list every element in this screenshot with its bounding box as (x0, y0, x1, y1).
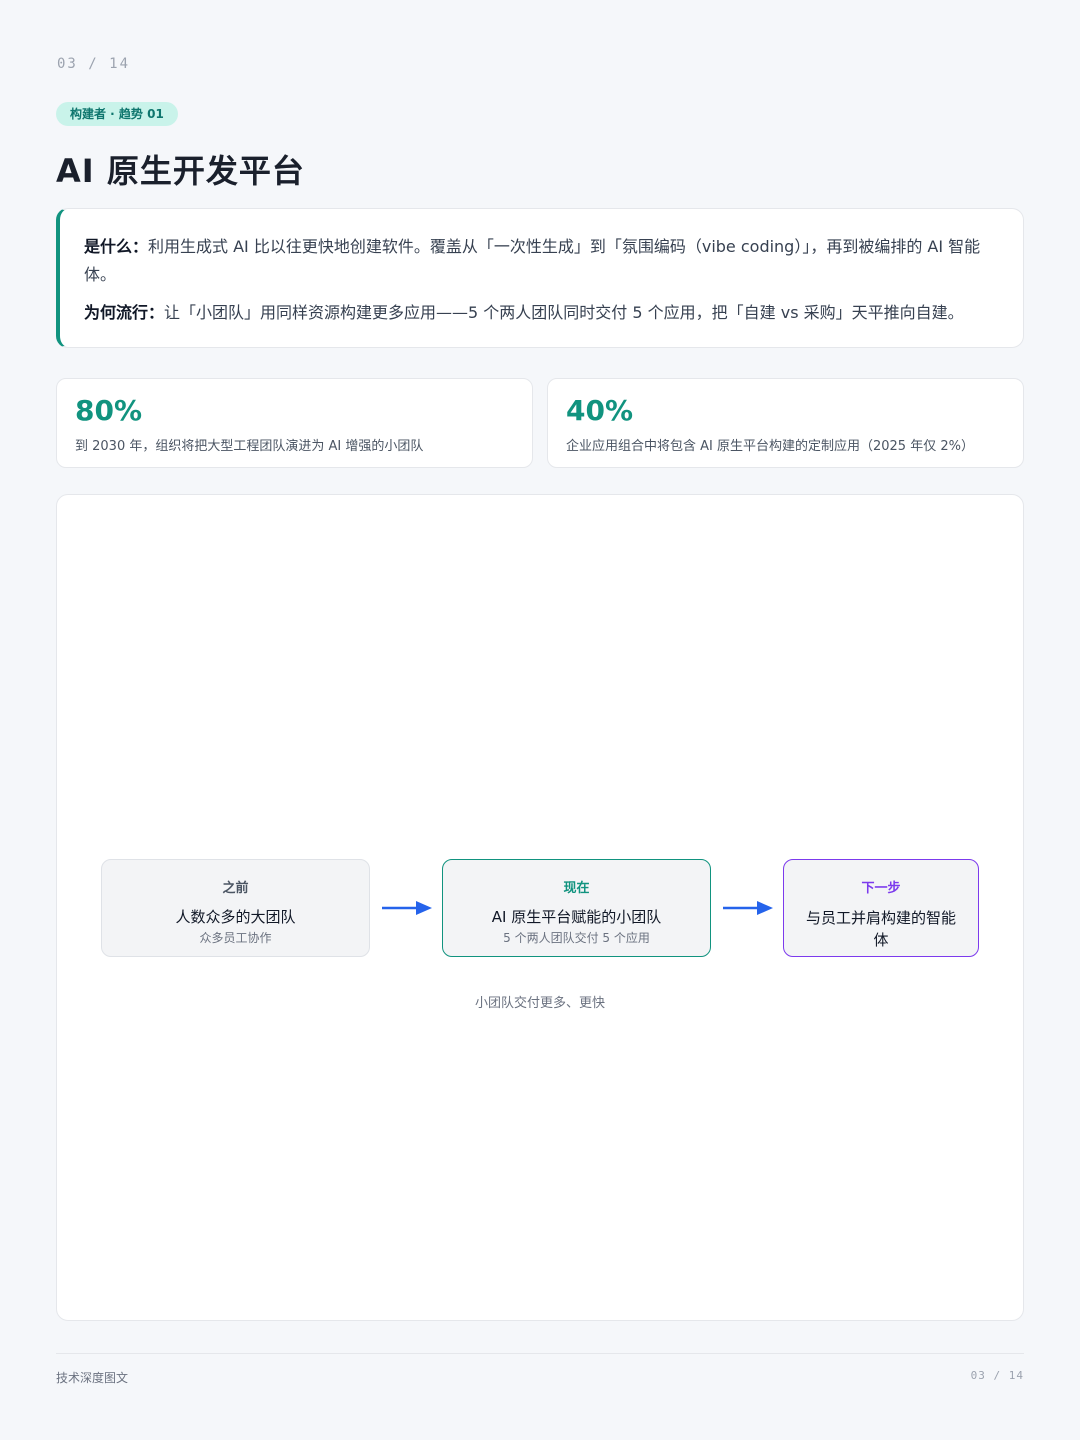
stat-card-1: 80% 到 2030 年，组织将把大型工程团队演进为 AI 增强的小团队 (56, 378, 533, 468)
info-card: 是什么：利用生成式 AI 比以往更快地创建软件。覆盖从「一次性生成」到「氛围编码… (56, 208, 1024, 348)
stat-value: 40% (566, 394, 634, 427)
why-label: 为何流行： (84, 303, 165, 322)
page: 03 / 14 构建者 · 趋势 01 AI 原生开发平台 是什么：利用生成式 … (0, 0, 1080, 1440)
node-title: 与员工并肩构建的智能体 (805, 909, 956, 949)
node-subtitle: 5 个两人团队交付 5 个应用 (503, 931, 650, 945)
why-text: 让「小团队」用同样资源构建更多应用——5 个两人团队同时交付 5 个应用，把「自… (164, 303, 964, 322)
node-heading: 现在 (563, 881, 590, 896)
node-title: AI 原生平台赋能的小团队 (491, 908, 662, 926)
arrow-right-icon (382, 901, 432, 915)
node-heading: 下一步 (861, 881, 901, 896)
arrow-right-icon (723, 901, 773, 915)
what-paragraph: 是什么：利用生成式 AI 比以往更快地创建软件。覆盖从「一次性生成」到「氛围编码… (84, 233, 995, 289)
node-title: 人数众多的大团队 (175, 908, 296, 926)
node-subtitle: 众多员工协作 (199, 931, 272, 945)
diagram-caption: 小团队交付更多、更快 (474, 996, 605, 1011)
what-label: 是什么： (84, 237, 149, 256)
diagram-card: 之前 人数众多的大团队 众多员工协作 现在 AI 原生平台赋能的小团队 5 个两… (56, 494, 1024, 1321)
footer-divider (56, 1353, 1024, 1354)
footer-label: 技术深度图文 (56, 1371, 129, 1385)
page-indicator: 03 / 14 (57, 56, 131, 72)
node-before: 之前 人数众多的大团队 众多员工协作 (101, 859, 370, 957)
category-tag: 构建者 · 趋势 01 (56, 102, 178, 126)
footer-page-indicator: 03 / 14 (970, 1369, 1024, 1382)
node-now: 现在 AI 原生平台赋能的小团队 5 个两人团队交付 5 个应用 (442, 859, 711, 957)
stat-description: 到 2030 年，组织将把大型工程团队演进为 AI 增强的小团队 (75, 439, 424, 454)
why-paragraph: 为何流行：让「小团队」用同样资源构建更多应用——5 个两人团队同时交付 5 个应… (84, 299, 995, 327)
node-next: 下一步 与员工并肩构建的智能体 (783, 859, 979, 957)
stat-description: 企业应用组合中将包含 AI 原生平台构建的定制应用（2025 年仅 2%） (566, 439, 974, 454)
stat-card-2: 40% 企业应用组合中将包含 AI 原生平台构建的定制应用（2025 年仅 2%… (547, 378, 1024, 468)
what-text: 利用生成式 AI 比以往更快地创建软件。覆盖从「一次性生成」到「氛围编码（vib… (84, 237, 981, 284)
node-heading: 之前 (222, 881, 249, 896)
page-title: AI 原生开发平台 (56, 152, 305, 190)
stat-value: 80% (75, 394, 143, 427)
